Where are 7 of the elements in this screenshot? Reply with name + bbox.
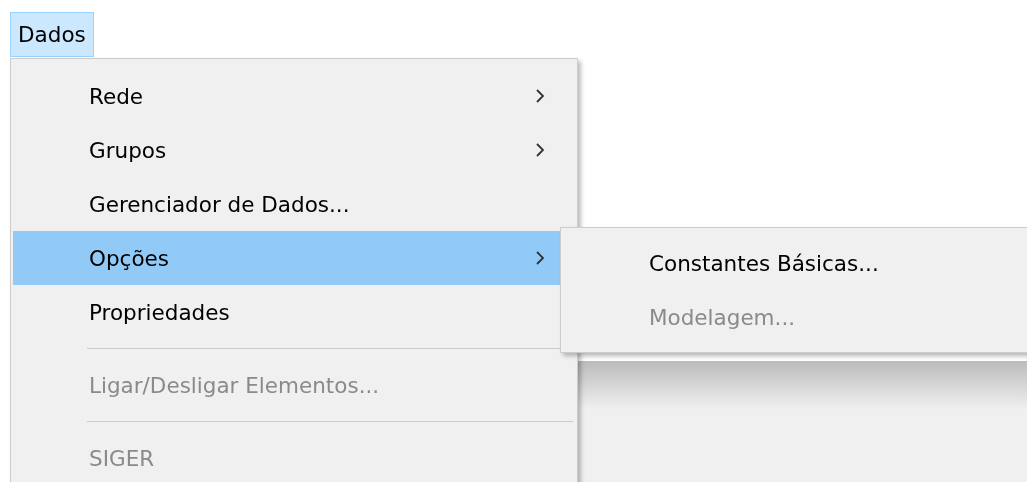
- menu-item[interactable]: Grupos: [13, 123, 575, 177]
- menu-bar-item[interactable]: Dados: [10, 12, 94, 57]
- chevron-right-icon: [536, 89, 545, 103]
- chevron-right-icon: [536, 251, 545, 265]
- chevron-right-icon: [536, 143, 545, 157]
- menu-item[interactable]: Gerenciador de Dados...: [13, 177, 575, 231]
- menu-item[interactable]: Rede: [13, 69, 575, 123]
